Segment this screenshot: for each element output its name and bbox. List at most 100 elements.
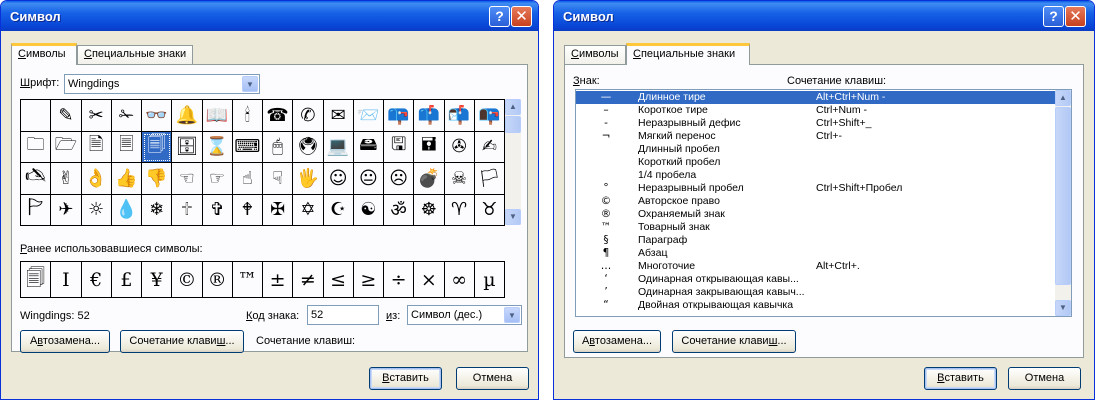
recent-symbol-cell[interactable]: ≥ bbox=[353, 262, 384, 298]
insert-button[interactable]: Вставить bbox=[369, 367, 442, 390]
symbol-cell[interactable]: ✁ bbox=[111, 100, 142, 132]
scroll-down-button[interactable]: ▼ bbox=[1055, 300, 1071, 316]
help-button[interactable]: ? bbox=[1043, 6, 1064, 27]
symbol-cell[interactable]: ☎ bbox=[263, 100, 294, 132]
symbol-cell[interactable]: 🏳 bbox=[474, 163, 505, 195]
close-button[interactable]: ✕ bbox=[511, 6, 532, 27]
symbol-cell[interactable]: 🖲 bbox=[293, 131, 324, 163]
list-item[interactable]: Длинный пробел bbox=[576, 143, 1056, 156]
symbol-cell[interactable]: 👎 bbox=[142, 163, 173, 195]
symbol-cell[interactable]: 📭 bbox=[474, 100, 505, 132]
recent-symbol-cell[interactable]: ÷ bbox=[384, 262, 415, 298]
tab-special-chars[interactable]: Специальные знаки bbox=[626, 43, 750, 65]
symbol-cell[interactable]: 🏱 bbox=[21, 194, 52, 226]
symbol-cell[interactable]: ⌛ bbox=[202, 131, 233, 163]
symbol-cell[interactable]: 🕆 bbox=[172, 194, 203, 226]
symbol-cell[interactable]: 🔔 bbox=[172, 100, 203, 132]
recent-symbol-cell[interactable]: £ bbox=[111, 262, 142, 298]
symbol-cell[interactable]: ☸ bbox=[414, 194, 445, 226]
list-item[interactable]: § Параграф bbox=[576, 234, 1056, 247]
recent-symbol-cell[interactable]: I bbox=[51, 262, 82, 298]
symbol-cell[interactable]: 🗁 bbox=[51, 131, 82, 163]
symbol-cell[interactable]: ☯ bbox=[353, 194, 384, 226]
shortcut-key-button[interactable]: Сочетание клавиш... bbox=[120, 330, 244, 353]
symbol-cell[interactable]: ☹ bbox=[384, 163, 415, 195]
cancel-button[interactable]: Отмена bbox=[1008, 367, 1081, 390]
symbol-cell[interactable]: ✠ bbox=[263, 194, 294, 226]
symbol-cell[interactable]: 🗏 bbox=[111, 131, 142, 163]
list-item[interactable]: — Длинное тире Alt+Ctrl+Num - bbox=[576, 91, 1056, 104]
close-button[interactable]: ✕ bbox=[1065, 6, 1086, 27]
recent-symbol-cell[interactable]: © bbox=[172, 262, 203, 298]
symbol-cell[interactable]: 👓 bbox=[142, 100, 173, 132]
font-select[interactable]: Wingdings ▼ bbox=[64, 74, 260, 94]
symbol-cell[interactable]: 📖 bbox=[202, 100, 233, 132]
symbol-cell[interactable]: 🖎 bbox=[21, 163, 52, 195]
symbol-cell[interactable]: 💣 bbox=[414, 163, 445, 195]
symbol-cell[interactable]: 🕯 bbox=[232, 100, 263, 132]
list-item[interactable]: … Многоточие Alt+Ctrl+. bbox=[576, 260, 1056, 273]
symbol-cell[interactable]: ✞ bbox=[202, 194, 233, 226]
symbol-cell[interactable]: ✆ bbox=[293, 100, 324, 132]
symbol-cell[interactable]: 😐 bbox=[353, 163, 384, 195]
symbol-cell[interactable]: ✎ bbox=[51, 100, 82, 132]
special-list-scrollbar[interactable]: ▲ ▼ bbox=[1055, 90, 1071, 316]
list-item[interactable]: Короткий пробел bbox=[576, 156, 1056, 169]
list-item[interactable]: ® Охраняемый знак bbox=[576, 208, 1056, 221]
symbol-cell[interactable]: 💻 bbox=[323, 131, 354, 163]
char-code-input[interactable]: 52 bbox=[307, 305, 379, 325]
symbol-cell[interactable]: ☼ bbox=[81, 194, 112, 226]
symbol-cell[interactable]: ♉ bbox=[474, 194, 505, 226]
recent-symbol-cell[interactable]: ± bbox=[263, 262, 294, 298]
symbol-cell[interactable]: 🗄 bbox=[172, 131, 203, 163]
cancel-button[interactable]: Отмена bbox=[456, 367, 529, 390]
symbol-cell[interactable]: ☪ bbox=[323, 194, 354, 226]
symbol-cell[interactable]: ✂ bbox=[81, 100, 112, 132]
list-item[interactable]: – Короткое тире Ctrl+Num - bbox=[576, 104, 1056, 117]
symbol-cell[interactable]: 🕈 bbox=[232, 194, 263, 226]
symbol-cell[interactable]: ✈ bbox=[51, 194, 82, 226]
symbol-cell[interactable]: ☞ bbox=[202, 163, 233, 195]
shortcut-key-button[interactable]: Сочетание клавиш... bbox=[672, 330, 796, 353]
symbol-cell[interactable]: 📨 bbox=[353, 100, 384, 132]
title-bar[interactable]: Символ ? ✕ bbox=[1, 1, 538, 31]
symbol-cell[interactable]: ⌨ bbox=[232, 131, 263, 163]
recent-symbol-cell[interactable]: € bbox=[81, 262, 112, 298]
symbol-cell[interactable]: 🖬 bbox=[414, 131, 445, 163]
recent-symbol-cell[interactable]: ≠ bbox=[293, 262, 324, 298]
symbol-cell[interactable]: ❄ bbox=[142, 194, 173, 226]
title-bar[interactable]: Символ ? ✕ bbox=[554, 1, 1094, 31]
symbol-cell[interactable]: 🗎 bbox=[81, 131, 112, 163]
symbol-cell[interactable]: ✇ bbox=[444, 131, 475, 163]
symbol-cell[interactable]: ☠ bbox=[444, 163, 475, 195]
symbol-cell[interactable]: 📪 bbox=[384, 100, 415, 132]
symbol-cell[interactable] bbox=[21, 100, 52, 132]
scroll-thumb[interactable] bbox=[1055, 107, 1071, 285]
special-chars-list[interactable]: — Длинное тире Alt+Ctrl+Num - – Короткое тир… bbox=[575, 89, 1072, 317]
symbol-cell[interactable]: ॐ bbox=[384, 194, 415, 226]
encoding-select[interactable]: Символ (дес.) ▼ bbox=[407, 305, 522, 325]
tab-symbols[interactable]: Символы bbox=[11, 43, 77, 65]
symbol-cell[interactable]: ☺ bbox=[323, 163, 354, 195]
symbol-cell[interactable]: ✍ bbox=[474, 131, 505, 163]
autocorrect-button[interactable]: Автозамена... bbox=[573, 330, 661, 353]
help-button[interactable]: ? bbox=[489, 6, 510, 27]
symbol-cell[interactable]: 🖫 bbox=[384, 131, 415, 163]
list-item[interactable]: © Авторское право bbox=[576, 195, 1056, 208]
recent-symbol-cell[interactable]: µ bbox=[474, 262, 505, 298]
symbol-cell[interactable]: 📬 bbox=[444, 100, 475, 132]
tab-symbols[interactable]: Символы bbox=[564, 45, 626, 64]
scroll-down-button[interactable]: ▼ bbox=[505, 209, 521, 225]
list-item[interactable]: 1/4 пробела bbox=[576, 169, 1056, 182]
symbol-cell[interactable]: 👌 bbox=[81, 163, 112, 195]
scroll-thumb[interactable] bbox=[505, 116, 521, 133]
symbol-cell[interactable]: 💧 bbox=[111, 194, 142, 226]
list-item[interactable]: ’ Одинарная закрывающая кавыч... bbox=[576, 286, 1056, 299]
list-item[interactable]: ™ Товарный знак bbox=[576, 221, 1056, 234]
symbol-cell[interactable]: 🖱 bbox=[263, 131, 294, 163]
scroll-up-button[interactable]: ▲ bbox=[1055, 90, 1071, 106]
symbol-cell[interactable]: ✡ bbox=[293, 194, 324, 226]
symbol-cell[interactable]: ✌ bbox=[51, 163, 82, 195]
symbol-cell[interactable]: ✉ bbox=[323, 100, 354, 132]
symbol-cell[interactable]: 🗐 bbox=[142, 131, 173, 163]
